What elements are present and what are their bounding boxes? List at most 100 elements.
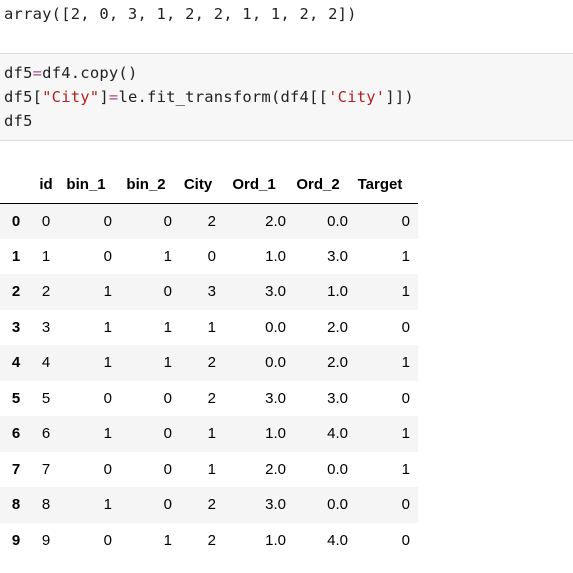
table-cell: 2.0 — [327, 354, 348, 372]
dataframe-table: id bin_1 bin_2 City Ord_1 Ord_2 Target 0… — [0, 167, 418, 558]
row-index: 9 — [11, 531, 21, 549]
row-index: 2 — [11, 283, 21, 301]
table-cell: 2.0 — [265, 212, 286, 230]
table-cell: 1.0 — [265, 425, 286, 443]
table-cell: 1 — [163, 531, 172, 549]
code-cell-input[interactable]: df5=df4.copy() df5["City"]=le.fit_transf… — [0, 53, 573, 141]
table-row: 6 6 1 0 1 1.0 4.0 1 — [0, 416, 418, 452]
table-cell: 0 — [103, 389, 112, 407]
table-cell: 1 — [103, 318, 112, 336]
table-cell: 3 — [41, 318, 51, 336]
table-cell: 0 — [103, 212, 112, 230]
table-cell: 0.0 — [327, 460, 348, 478]
table-row: 3 3 1 1 1 0.0 2.0 0 — [0, 310, 418, 346]
table-row: 9 9 0 1 2 1.0 4.0 0 — [0, 523, 418, 559]
table-cell: 0 — [163, 460, 172, 478]
table-cell: 1 — [401, 460, 410, 478]
table-cell: 7 — [41, 460, 51, 478]
table-body: 0 0 0 0 2 2.0 0.0 0 1 1 0 1 0 1.0 3.0 1 2 2 1 0 3 3.0 1.0 1 3 3 1 1… — [0, 203, 418, 558]
table-cell: 0 — [163, 283, 172, 301]
column-header: Target — [350, 167, 418, 204]
table-cell: 1 — [207, 425, 216, 443]
row-index: 3 — [11, 318, 21, 336]
table-cell: 2 — [207, 389, 216, 407]
table-cell: 0 — [401, 496, 410, 514]
table-cell: 1 — [103, 425, 112, 443]
table-cell: 5 — [41, 389, 51, 407]
table-row: 8 8 1 0 2 3.0 0.0 0 — [0, 487, 418, 523]
table-row: 7 7 0 0 1 2.0 0.0 1 — [0, 452, 418, 488]
column-header: bin_2 — [120, 167, 180, 204]
code-operator: = — [108, 88, 119, 106]
table-row: 0 0 0 0 2 2.0 0.0 0 — [0, 203, 418, 239]
table-cell: 4 — [41, 354, 51, 372]
table-cell: 2.0 — [265, 460, 286, 478]
table-cell: 1 — [163, 354, 172, 372]
table-cell: 1 — [207, 318, 216, 336]
table-cell: 4.0 — [327, 531, 348, 549]
table-cell: 1 — [401, 283, 410, 301]
table-cell: 2 — [207, 531, 216, 549]
table-row: 4 4 1 1 2 0.0 2.0 1 — [0, 345, 418, 381]
table-cell: 2 — [207, 496, 216, 514]
code-line-2: df5["City"]=le.fit_transform(df4[['City'… — [4, 88, 414, 106]
column-header: Ord_1 — [222, 167, 288, 204]
table-cell: 1 — [163, 247, 172, 265]
table-cell: 0.0 — [327, 496, 348, 514]
table-cell: 0 — [103, 247, 112, 265]
table-cell: 8 — [41, 496, 51, 514]
table-cell: 3.0 — [327, 247, 348, 265]
table-cell: 1.0 — [327, 283, 348, 301]
table-cell: 4.0 — [327, 425, 348, 443]
table-cell: 0.0 — [265, 318, 286, 336]
table-cell: 1 — [163, 318, 172, 336]
row-index: 0 — [11, 212, 21, 230]
table-cell: 1 — [401, 425, 410, 443]
table-cell: 2 — [207, 354, 216, 372]
row-index: 1 — [11, 247, 21, 265]
table-cell: 2 — [207, 212, 216, 230]
table-cell: 2.0 — [327, 318, 348, 336]
row-index: 4 — [11, 354, 21, 372]
row-index: 7 — [11, 460, 21, 478]
column-header: id — [32, 167, 60, 204]
table-cell: 0 — [401, 318, 410, 336]
table-cell: 0 — [103, 460, 112, 478]
table-row: 5 5 0 0 2 3.0 3.0 0 — [0, 381, 418, 417]
table-cell: 0 — [163, 212, 172, 230]
table-cell: 0 — [401, 389, 410, 407]
table-cell: 0 — [207, 247, 216, 265]
table-cell: 0 — [401, 212, 410, 230]
table-cell: 1 — [207, 460, 216, 478]
table-cell: 3.0 — [265, 496, 286, 514]
code-line-3: df5 — [4, 112, 33, 130]
column-header: City — [180, 167, 222, 204]
table-header-row: id bin_1 bin_2 City Ord_1 Ord_2 Target — [0, 167, 418, 204]
code-token: df5[ — [4, 88, 43, 106]
table-row: 2 2 1 0 3 3.0 1.0 1 — [0, 274, 418, 310]
code-line-1: df5=df4.copy() — [4, 64, 137, 82]
code-operator: = — [32, 64, 43, 82]
table-cell: 3.0 — [265, 283, 286, 301]
table-cell: 1 — [103, 354, 112, 372]
table-cell: 1 — [41, 247, 51, 265]
table-cell: 3.0 — [265, 389, 286, 407]
code-token: df4.copy() — [42, 64, 138, 82]
column-header: bin_1 — [60, 167, 120, 204]
code-string: "City" — [42, 88, 100, 106]
index-header — [0, 167, 32, 204]
table-cell: 1 — [103, 496, 112, 514]
table-cell: 0 — [401, 531, 410, 549]
code-token: ]]) — [385, 88, 414, 106]
table-cell: 2 — [41, 283, 51, 301]
table-cell: 0 — [163, 425, 172, 443]
table-row: 1 1 0 1 0 1.0 3.0 1 — [0, 239, 418, 275]
column-header: Ord_2 — [288, 167, 350, 204]
table-cell: 1 — [401, 247, 410, 265]
table-cell: 9 — [41, 531, 51, 549]
code-token: le.fit_transform(df4[[ — [118, 88, 329, 106]
row-index: 6 — [11, 425, 21, 443]
table-cell: 1.0 — [265, 247, 286, 265]
table-cell: 1 — [103, 283, 112, 301]
code-token: ] — [99, 88, 109, 106]
